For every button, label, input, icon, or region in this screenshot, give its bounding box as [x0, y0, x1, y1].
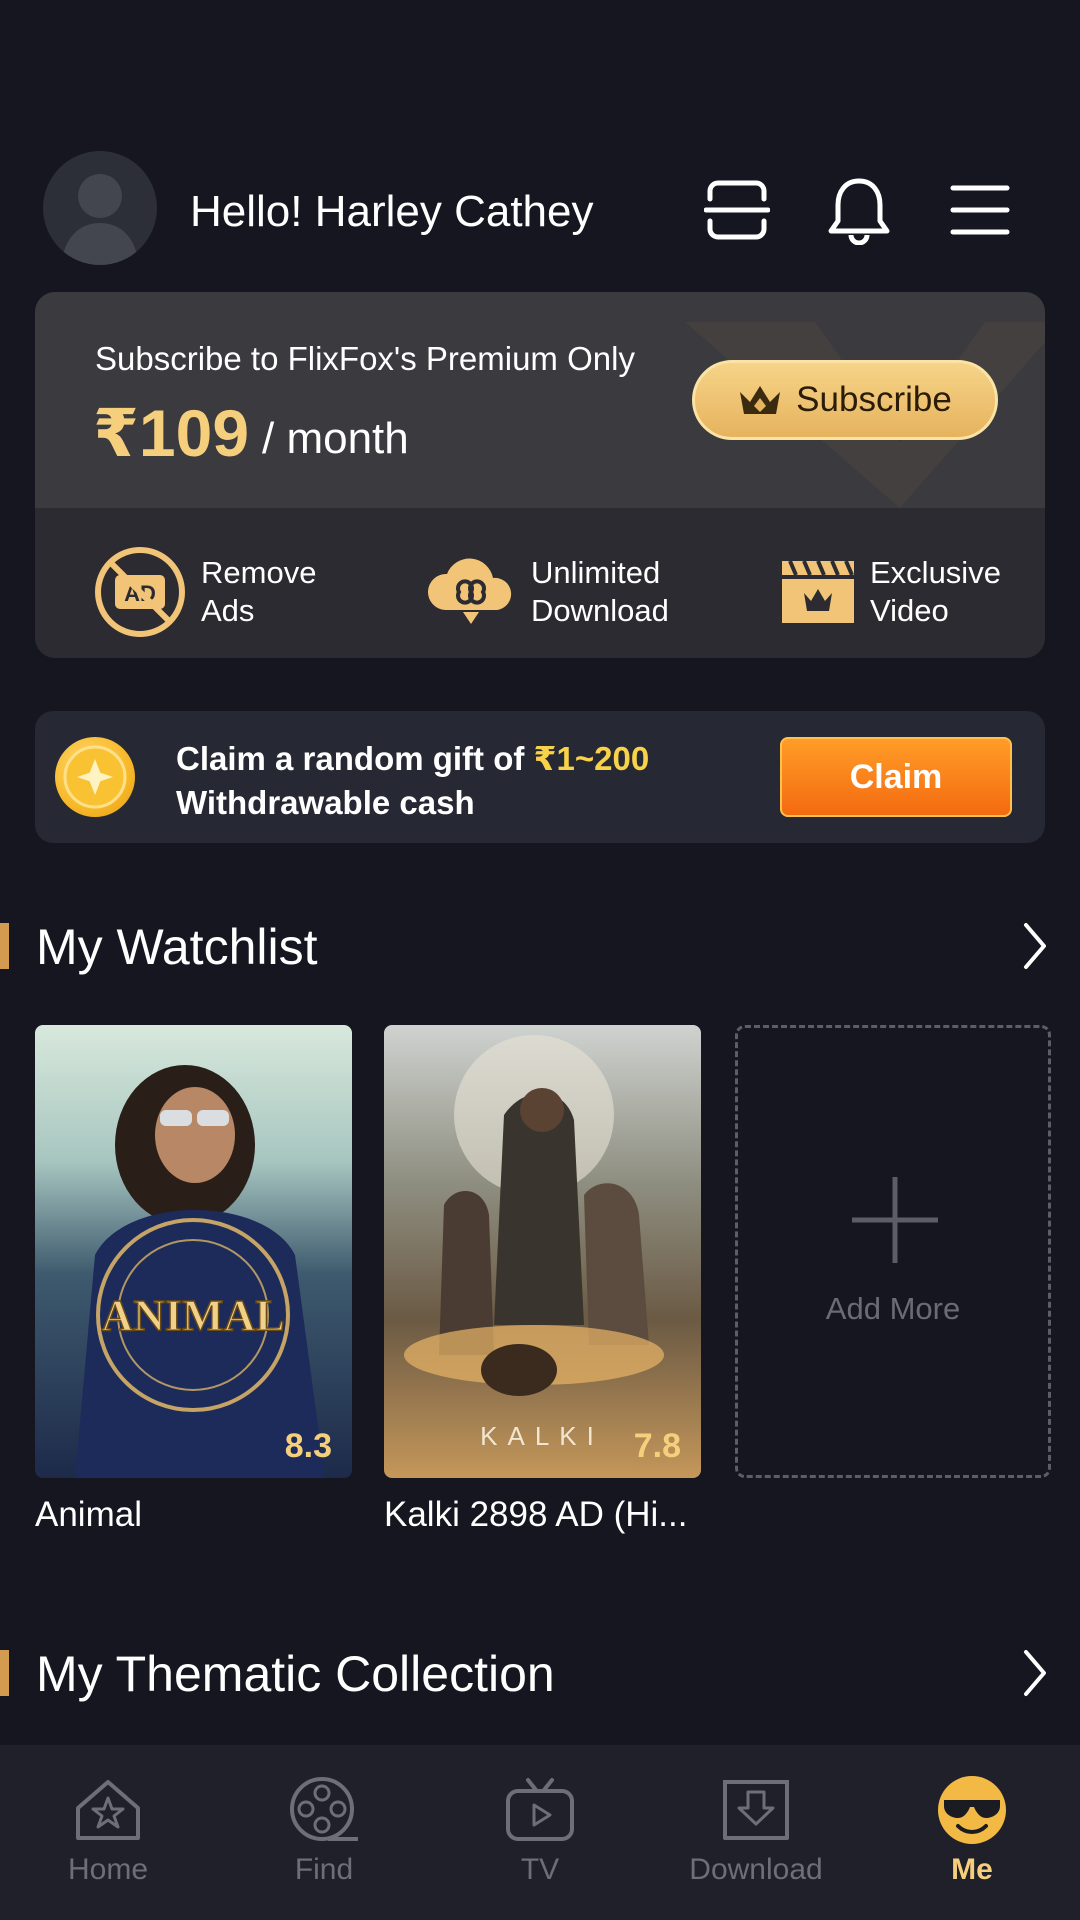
- plus-icon: [852, 1177, 938, 1263]
- menu-icon[interactable]: [945, 175, 1015, 245]
- profile-header: Hello! Harley Cathey: [0, 145, 1080, 275]
- nav-label: TV: [520, 1853, 560, 1886]
- svg-text:KALKI: KALKI: [480, 1421, 604, 1451]
- clapperboard-icon: [782, 560, 854, 623]
- feature-line1: Unlimited: [531, 555, 661, 590]
- feature-exclusive-video: Exclusive Video: [780, 542, 1001, 642]
- nav-label: Download: [689, 1853, 823, 1886]
- claim-button[interactable]: Claim: [780, 737, 1012, 817]
- coin-icon: [55, 737, 135, 817]
- premium-price: ₹109: [93, 396, 250, 470]
- avatar[interactable]: [43, 151, 157, 265]
- cloud-download-icon: [427, 558, 512, 624]
- bell-icon[interactable]: [824, 175, 894, 245]
- premium-period: / month: [262, 414, 409, 463]
- nav-item-find[interactable]: Find: [216, 1775, 432, 1895]
- feature-line2: Video: [870, 593, 949, 628]
- watchlist-poster-animal[interactable]: ANIMAL 8.3: [35, 1025, 352, 1478]
- add-more-button[interactable]: Add More: [735, 1025, 1051, 1478]
- nav-item-download[interactable]: Download: [648, 1775, 864, 1895]
- avatar-silhouette-icon: [61, 174, 139, 265]
- claim-amount: ₹1~200: [533, 740, 650, 777]
- thematic-collection-title: My Thematic Collection: [36, 1646, 555, 1702]
- download-icon: [723, 1780, 789, 1840]
- feature-line1: Exclusive: [870, 555, 1001, 590]
- rating-badge: 8.3: [284, 1427, 332, 1465]
- no-ads-icon: AD: [95, 547, 185, 637]
- nav-item-tv[interactable]: TV: [432, 1775, 648, 1895]
- claim-text: Claim a random gift of ₹1~200 Withdrawab…: [176, 737, 649, 825]
- watchlist-chevron-right-icon[interactable]: [1020, 921, 1050, 971]
- claim-line2: Withdrawable cash: [176, 784, 475, 821]
- subscribe-label: Subscribe: [796, 380, 952, 419]
- premium-banner: Subscribe to FlixFox's Premium Only ₹109…: [35, 292, 1045, 508]
- watchlist-item-title[interactable]: Kalki 2898 AD (Hi...: [384, 1495, 687, 1535]
- claim-gift-card[interactable]: Claim a random gift of ₹1~200 Withdrawab…: [35, 711, 1045, 843]
- section-accent-bar: [0, 1650, 9, 1696]
- watchlist-poster-kalki[interactable]: KALKI 7.8: [384, 1025, 701, 1478]
- profile-emoji-icon: [938, 1776, 1006, 1844]
- bottom-nav: Home Find TV Download Me: [0, 1745, 1080, 1920]
- watchlist-title: My Watchlist: [36, 919, 318, 975]
- tv-icon: [506, 1778, 574, 1841]
- poster-art: KALKI: [404, 1035, 664, 1451]
- profile-page: Hello! Harley Cathey Subscribe to FlixFo…: [0, 0, 1080, 1920]
- add-more-label: Add More: [825, 1291, 961, 1326]
- thematic-chevron-right-icon[interactable]: [1020, 1648, 1050, 1698]
- nav-item-me[interactable]: Me: [864, 1775, 1080, 1895]
- scan-icon[interactable]: [702, 175, 772, 245]
- feature-remove-ads: AD Remove Ads: [93, 542, 316, 642]
- rating-badge: 7.8: [633, 1427, 681, 1465]
- svg-text:ANIMAL: ANIMAL: [101, 1291, 284, 1340]
- crown-icon: [740, 386, 781, 414]
- nav-label: Find: [294, 1853, 354, 1886]
- nav-item-home[interactable]: Home: [0, 1775, 216, 1895]
- premium-card[interactable]: Subscribe to FlixFox's Premium Only ₹109…: [35, 292, 1045, 658]
- feature-line2: Download: [531, 593, 669, 628]
- greeting-text: Hello! Harley Cathey: [190, 187, 594, 236]
- feature-line2: Ads: [201, 593, 255, 628]
- film-reel-icon: [290, 1777, 358, 1841]
- feature-line1: Remove: [201, 555, 317, 590]
- nav-label: Me: [951, 1853, 993, 1886]
- nav-label: Home: [67, 1853, 149, 1886]
- feature-unlimited-download: Unlimited Download: [425, 542, 669, 642]
- premium-subtitle: Subscribe to FlixFox's Premium Only: [95, 340, 635, 377]
- subscribe-button[interactable]: Subscribe: [692, 360, 998, 440]
- claim-prefix: Claim a random gift of: [176, 740, 534, 777]
- poster-art: ANIMAL: [75, 1065, 325, 1478]
- section-accent-bar: [0, 923, 9, 969]
- watchlist-item-title[interactable]: Animal: [35, 1495, 142, 1535]
- home-icon: [76, 1780, 140, 1840]
